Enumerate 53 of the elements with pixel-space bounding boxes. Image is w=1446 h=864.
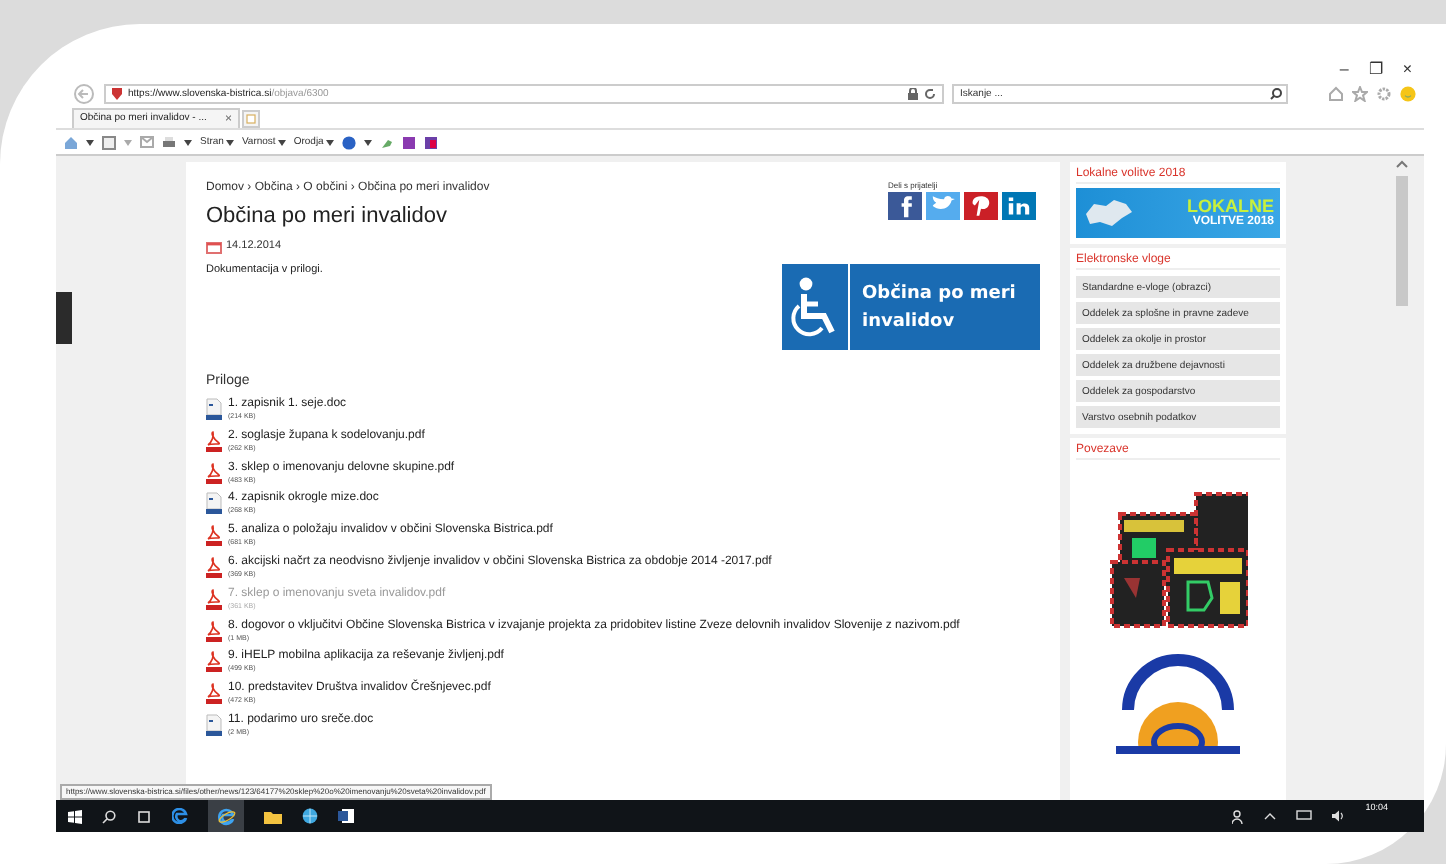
wheelchair-icon (789, 275, 841, 339)
lock-icon (908, 88, 918, 100)
person-icon[interactable] (1231, 809, 1244, 823)
window-control-button[interactable]: ❐ (1368, 62, 1383, 78)
taskbar-app-active[interactable] (208, 800, 244, 832)
tool-icon[interactable] (379, 135, 394, 149)
shield-icon (112, 88, 122, 100)
network-icon[interactable] (1295, 810, 1312, 822)
pdf-document-icon (206, 682, 222, 705)
map-icon (1082, 197, 1134, 229)
window-control-button[interactable]: – (1339, 62, 1349, 78)
page-title: Občina po meri invalidov (206, 206, 449, 228)
refresh-icon[interactable] (924, 88, 936, 100)
calendar-icon (206, 242, 222, 254)
caret-icon (277, 139, 286, 145)
pdf-document-icon (206, 429, 222, 452)
pin-icon[interactable] (964, 192, 998, 220)
star-icon[interactable] (1352, 86, 1368, 102)
caret-icon (225, 139, 234, 145)
search-icon[interactable] (1270, 88, 1282, 100)
printer-icon[interactable] (162, 135, 176, 149)
pdf-document-icon (206, 587, 222, 610)
linkedin-icon[interactable] (1002, 192, 1036, 220)
feed-icon[interactable] (102, 135, 116, 149)
word-document-icon (206, 398, 222, 420)
scroll-up-icon[interactable] (1396, 160, 1408, 168)
pdf-document-icon (206, 555, 222, 578)
pdf-document-icon (206, 461, 222, 484)
edge-icon[interactable] (172, 808, 188, 824)
caret-icon (363, 139, 372, 145)
banner-text: Občina po meri invalidov (860, 281, 1018, 335)
task-view-icon[interactable] (136, 809, 152, 823)
window-control-button[interactable]: × (1402, 62, 1412, 78)
windows-icon[interactable] (68, 809, 82, 823)
caret-icon (124, 139, 132, 145)
word-document-icon (206, 713, 222, 736)
globe-icon[interactable] (302, 808, 318, 824)
scrollbar-thumb[interactable] (1396, 176, 1408, 306)
speaker-icon[interactable] (1331, 810, 1346, 822)
help-icon[interactable] (341, 135, 356, 149)
caret-icon (325, 139, 334, 145)
pdf-document-icon (206, 524, 222, 547)
banner-title: LOKALNE (1187, 198, 1274, 216)
caret-icon (86, 139, 94, 145)
browser-icon (217, 807, 235, 825)
folder-icon[interactable] (264, 809, 282, 823)
pdf-document-icon (206, 650, 222, 673)
caret-icon (184, 139, 192, 145)
chevron-up-icon[interactable] (1263, 812, 1276, 820)
facebook-icon[interactable] (888, 192, 922, 220)
word-document-icon (206, 492, 222, 515)
word-icon[interactable] (338, 808, 354, 824)
pdf-document-icon (206, 619, 222, 642)
